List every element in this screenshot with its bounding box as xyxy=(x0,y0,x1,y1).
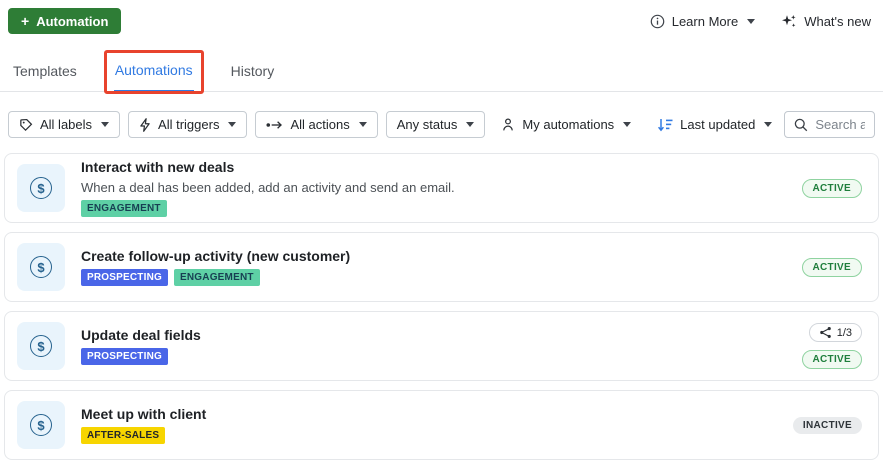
row-content: Update deal fields PROSPECTING xyxy=(81,327,802,366)
filter-any-status[interactable]: Any status xyxy=(386,111,486,138)
filter-all-actions[interactable]: All actions xyxy=(255,111,377,138)
share-icon xyxy=(819,326,832,339)
chevron-down-icon xyxy=(764,122,772,127)
label-badge: ENGAGEMENT xyxy=(81,200,167,217)
dollar-circle-icon: $ xyxy=(30,335,52,357)
chevron-down-icon xyxy=(359,122,367,127)
plus-icon: + xyxy=(21,14,29,28)
whats-new-label: What's new xyxy=(804,14,871,29)
automation-row[interactable]: $ Meet up with client AFTER-SALES INACTIVE xyxy=(4,390,879,460)
top-right-actions: Learn More What's new xyxy=(650,13,871,29)
row-status-area: ACTIVE xyxy=(802,179,862,198)
whats-new-button[interactable]: What's new xyxy=(781,13,871,29)
dot-arrow-icon xyxy=(266,120,283,130)
lightning-icon xyxy=(139,118,151,132)
label-badge: ENGAGEMENT xyxy=(174,269,260,286)
automation-title: Interact with new deals xyxy=(81,159,802,177)
filter-owner-label: My automations xyxy=(522,117,614,132)
search-icon xyxy=(794,118,808,132)
row-content: Create follow-up activity (new customer)… xyxy=(81,248,802,287)
tab-history[interactable]: History xyxy=(230,57,276,91)
tab-bar: Templates Automations History xyxy=(0,56,883,92)
label-list: AFTER-SALES xyxy=(81,427,793,444)
filter-all-labels-label: All labels xyxy=(40,117,92,132)
person-icon xyxy=(501,117,515,132)
dollar-circle-icon: $ xyxy=(30,177,52,199)
search-input[interactable] xyxy=(815,117,865,132)
add-automation-button[interactable]: + Automation xyxy=(8,8,121,34)
filter-all-triggers-label: All triggers xyxy=(158,117,219,132)
deal-icon-tile: $ xyxy=(17,322,65,370)
tab-automations[interactable]: Automations xyxy=(114,56,194,92)
deal-icon-tile: $ xyxy=(17,401,65,449)
automation-title: Meet up with client xyxy=(81,406,793,424)
sort-control[interactable]: Last updated xyxy=(653,111,776,138)
label-badge: AFTER-SALES xyxy=(81,427,165,444)
status-badge: INACTIVE xyxy=(793,417,862,434)
automation-description: When a deal has been added, add an activ… xyxy=(81,180,802,196)
share-count-pill[interactable]: 1/3 xyxy=(809,323,862,342)
automation-row[interactable]: $ Update deal fields PROSPECTING 1/3 ACTIVE xyxy=(4,311,879,381)
learn-more-label: Learn More xyxy=(672,14,738,29)
search-box xyxy=(784,111,875,138)
filter-bar: All labels All triggers All actions Any … xyxy=(8,111,875,138)
label-list: PROSPECTING xyxy=(81,348,802,365)
dollar-circle-icon: $ xyxy=(30,414,52,436)
chevron-down-icon xyxy=(466,122,474,127)
deal-icon-tile: $ xyxy=(17,164,65,212)
add-automation-label: Automation xyxy=(36,14,108,29)
chevron-down-icon xyxy=(228,122,236,127)
chevron-down-icon xyxy=(747,19,755,24)
learn-more-menu[interactable]: Learn More xyxy=(650,14,755,29)
sort-descending-icon xyxy=(657,118,673,132)
label-badge: PROSPECTING xyxy=(81,348,168,365)
row-status-area: 1/3 ACTIVE xyxy=(802,323,862,369)
automation-title: Create follow-up activity (new customer) xyxy=(81,248,802,266)
automation-row[interactable]: $ Interact with new deals When a deal has … xyxy=(4,153,879,223)
filter-all-labels[interactable]: All labels xyxy=(8,111,120,138)
filter-all-triggers[interactable]: All triggers xyxy=(128,111,247,138)
row-content: Interact with new deals When a deal has b… xyxy=(81,159,802,217)
sparkles-icon xyxy=(781,13,797,29)
deal-icon-tile: $ xyxy=(17,243,65,291)
automations-page: + Automation Learn More What's new Templ… xyxy=(0,0,883,456)
status-badge: ACTIVE xyxy=(802,350,862,369)
share-count-text: 1/3 xyxy=(837,327,852,339)
sort-by-label: Last updated xyxy=(680,117,755,132)
row-status-area: INACTIVE xyxy=(793,417,862,434)
filter-any-status-label: Any status xyxy=(397,117,458,132)
label-list: PROSPECTING ENGAGEMENT xyxy=(81,269,802,286)
chevron-down-icon xyxy=(101,122,109,127)
info-icon xyxy=(650,14,665,29)
filter-all-actions-label: All actions xyxy=(290,117,349,132)
automation-row[interactable]: $ Create follow-up activity (new customer… xyxy=(4,232,879,302)
tab-automations-wrap: Automations xyxy=(114,56,194,91)
label-tag-icon xyxy=(19,118,33,132)
top-bar: + Automation Learn More What's new xyxy=(0,0,883,34)
automation-list: $ Interact with new deals When a deal has … xyxy=(4,153,879,460)
automation-title: Update deal fields xyxy=(81,327,802,345)
tab-templates[interactable]: Templates xyxy=(12,57,78,91)
status-badge: ACTIVE xyxy=(802,258,862,277)
row-status-area: ACTIVE xyxy=(802,258,862,277)
row-content: Meet up with client AFTER-SALES xyxy=(81,406,793,445)
dollar-circle-icon: $ xyxy=(30,256,52,278)
filter-owner[interactable]: My automations xyxy=(497,111,635,138)
label-badge: PROSPECTING xyxy=(81,269,168,286)
chevron-down-icon xyxy=(623,122,631,127)
status-badge: ACTIVE xyxy=(802,179,862,198)
label-list: ENGAGEMENT xyxy=(81,200,802,217)
